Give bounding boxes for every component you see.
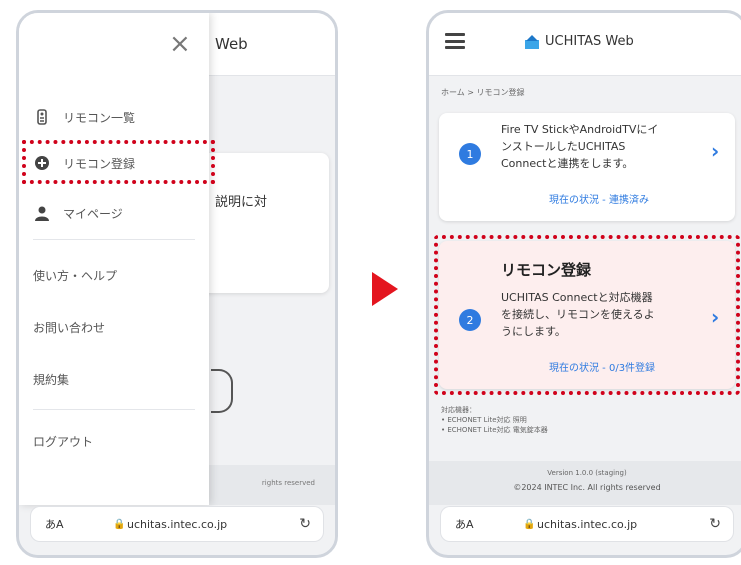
supported-devices: 対応機器： • ECHONET Lite対応 照明 • ECHONET Lite… [441,406,548,434]
app-footer: Version 1.0.0 (staging) ©2024 INTEC Inc.… [429,461,741,505]
text-size-button[interactable]: あA [45,516,64,532]
close-icon[interactable]: × [169,31,191,57]
url-text[interactable]: uchitas.intec.co.jp [537,518,637,531]
arrow-right-icon [372,272,398,306]
remote-icon [33,108,51,126]
lock-icon: 🔒 [113,518,126,530]
person-icon [33,204,51,222]
highlight-box [434,235,740,395]
drawer-divider [33,239,195,240]
background-header-title: Web [215,35,248,53]
drawer-divider [33,409,195,410]
copyright-text: ©2024 INTEC Inc. All rights reserved [513,483,661,492]
step-number-badge: 1 [459,143,481,165]
reload-icon[interactable]: ↻ [709,516,721,532]
drawer-item-remote-list[interactable]: リモコン一覧 [33,105,203,129]
background-illustration [211,369,233,413]
drawer-link-logout[interactable]: ログアウト [33,433,93,450]
phone-screenshot-after: UCHITAS Web ホーム > リモコン登録 1 Fire TV Stick… [426,10,741,558]
phone-screenshot-before: Web 説明に対 rights reserved × リモコン一覧 リモコン登録 [16,10,338,558]
chevron-right-icon[interactable]: › [711,139,719,163]
drawer-item-label: マイページ [63,206,123,221]
highlight-box [22,140,215,184]
version-text: Version 1.0.0 (staging) [547,469,627,477]
drawer-item-label: リモコン一覧 [63,110,136,125]
nav-drawer: × リモコン一覧 リモコン登録 マイページ 使い方・ヘルプ お問い合わせ 規約集… [19,13,209,505]
browser-address-bar[interactable]: あA 🔒 uchitas.intec.co.jp ↻ [31,507,323,541]
drawer-item-mypage[interactable]: マイページ [33,201,203,225]
step-status: 現在の状況 - 連携済み [549,195,649,206]
app-header: UCHITAS Web [429,13,741,76]
house-logo-icon [525,34,539,49]
background-card: 説明に対 [201,153,329,293]
drawer-link-help[interactable]: 使い方・ヘルプ [33,267,117,284]
text-size-button[interactable]: あA [455,516,474,532]
background-card-text: 説明に対 [215,195,268,210]
step-description: Fire TV StickやAndroidTVにイ ンストールしたUCHITAS… [501,123,659,170]
browser-address-bar[interactable]: あA 🔒 uchitas.intec.co.jp ↻ [441,507,733,541]
hamburger-menu-icon[interactable] [445,33,465,49]
drawer-link-contact[interactable]: お問い合わせ [33,319,105,336]
step-card-connect[interactable]: 1 Fire TV StickやAndroidTVにイ ンストールしたUCHIT… [439,113,735,221]
breadcrumb[interactable]: ホーム > リモコン登録 [441,87,525,98]
url-text[interactable]: uchitas.intec.co.jp [127,518,227,531]
reload-icon[interactable]: ↻ [299,516,311,532]
app-logo: UCHITAS Web [525,34,634,49]
lock-icon: 🔒 [523,518,536,530]
app-name: UCHITAS Web [545,34,634,49]
background-footer-text: rights reserved [261,479,315,487]
drawer-link-terms[interactable]: 規約集 [33,371,69,388]
